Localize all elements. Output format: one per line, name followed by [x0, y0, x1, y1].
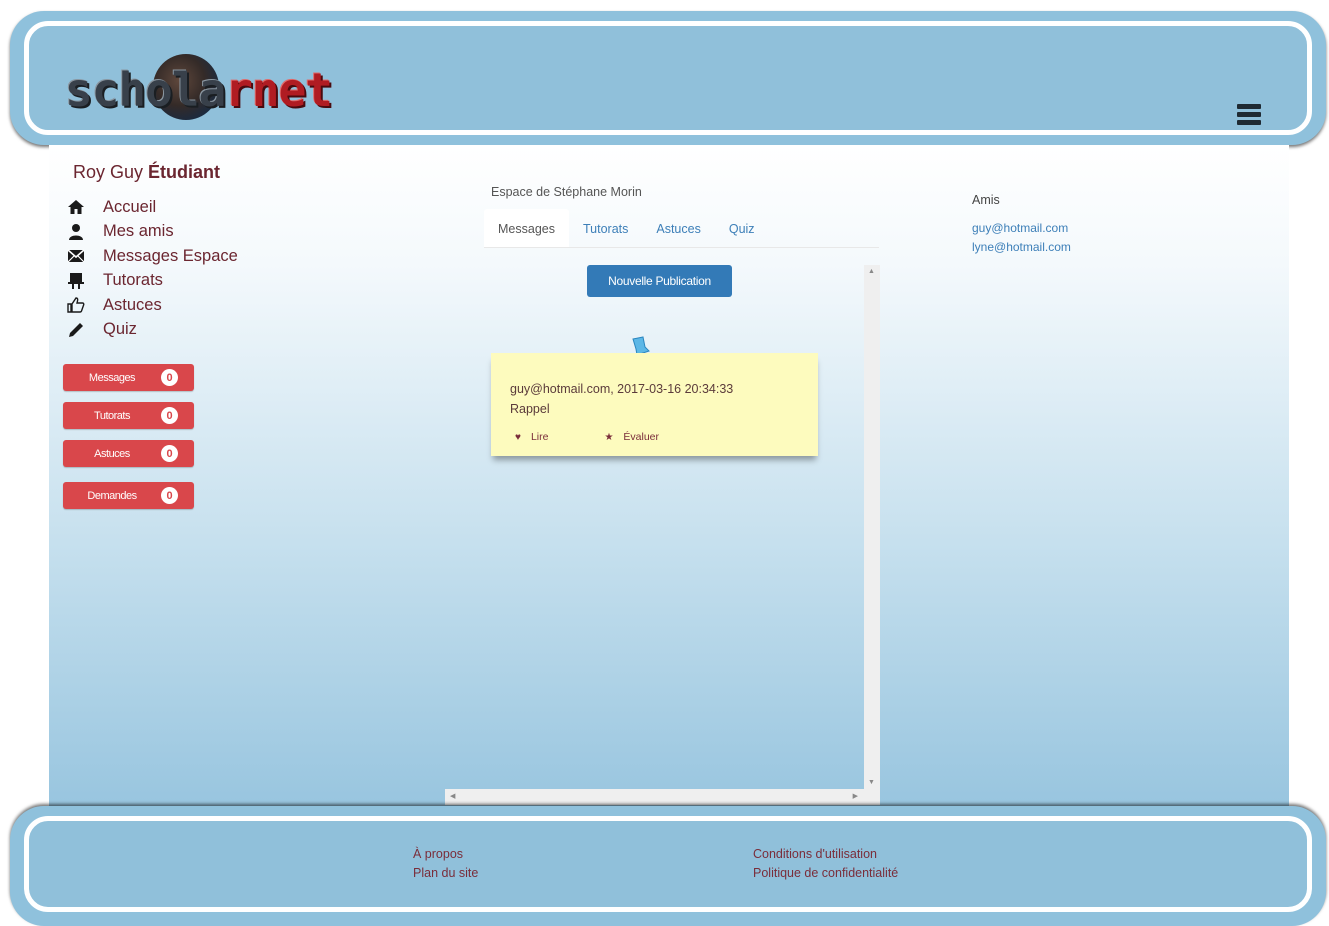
counter-badge: 0 [161, 487, 178, 504]
pencil-icon [65, 321, 87, 339]
privacy-link[interactable]: Politique de confidentialité [753, 866, 898, 880]
messages-counter-button[interactable]: Messages 0 [63, 364, 194, 391]
space-title: Espace de Stéphane Morin [491, 185, 642, 199]
sidebar-item-accueil[interactable]: Accueil [65, 195, 238, 220]
sidebar-item-label: Mes amis [103, 222, 174, 241]
messages-scroll-area[interactable]: ▲ ▼ ◀ ▶ [445, 265, 880, 805]
sidebar-item-astuces[interactable]: Astuces [65, 293, 238, 318]
tab-astuces[interactable]: Astuces [642, 209, 714, 248]
star-icon: ★ [604, 431, 614, 443]
tabs-divider [484, 247, 879, 248]
hamburger-menu-icon[interactable] [1237, 104, 1261, 126]
rate-link[interactable]: ★ Évaluer [604, 431, 659, 443]
terms-link[interactable]: Conditions d'utilisation [753, 847, 877, 861]
counter-badge: 0 [161, 407, 178, 424]
header-panel: scholarnet [24, 21, 1312, 135]
sidebar-item-messages-espace[interactable]: Messages Espace [65, 244, 238, 269]
logo-wordmark: scholarnet [65, 63, 333, 117]
sidebar-item-label: Quiz [103, 320, 137, 339]
sidebar-nav: Accueil Mes amis Messages Espace Tutorat… [65, 195, 238, 342]
new-publication-button[interactable]: Nouvelle Publication [587, 265, 732, 297]
tab-quiz[interactable]: Quiz [715, 209, 769, 248]
heart-icon: ♥ [515, 431, 521, 443]
astuces-counter-button[interactable]: Astuces 0 [63, 440, 194, 467]
home-icon [65, 198, 87, 216]
post-meta: guy@hotmail.com, 2017-03-16 20:34:33 [510, 382, 734, 396]
tab-messages[interactable]: Messages [484, 209, 569, 248]
scroll-right-arrow-icon[interactable]: ▶ [853, 792, 858, 800]
user-name: Roy Guy [73, 162, 144, 182]
counter-label: Astuces [94, 447, 130, 460]
tutorats-counter-button[interactable]: Tutorats 0 [63, 402, 194, 429]
tab-tutorats[interactable]: Tutorats [569, 209, 642, 248]
counter-label: Tutorats [94, 409, 130, 422]
site-footer: À propos Plan du site Conditions d'utili… [10, 806, 1326, 926]
scroll-down-arrow-icon[interactable]: ▼ [868, 779, 875, 786]
demandes-counter-button[interactable]: Demandes 0 [63, 482, 194, 509]
sidebar-item-quiz[interactable]: Quiz [65, 318, 238, 343]
main-content: Roy Guy Étudiant Accueil Mes amis Messag… [49, 145, 1289, 807]
about-link[interactable]: À propos [413, 847, 463, 861]
user-role: Étudiant [148, 162, 221, 182]
scroll-left-arrow-icon[interactable]: ◀ [450, 792, 455, 800]
friend-link[interactable]: lyne@hotmail.com [972, 240, 1071, 254]
sidebar-item-mes-amis[interactable]: Mes amis [65, 220, 238, 245]
site-header: scholarnet [10, 11, 1326, 145]
read-link[interactable]: ♥ Lire [515, 431, 548, 443]
post-text: Rappel [510, 402, 550, 416]
scroll-up-arrow-icon[interactable]: ▲ [868, 268, 875, 275]
friends-title: Amis [972, 193, 1000, 207]
sitemap-link[interactable]: Plan du site [413, 866, 478, 880]
envelope-icon [65, 247, 87, 265]
thumbs-up-icon [65, 296, 87, 314]
sidebar-item-label: Accueil [103, 197, 157, 216]
horizontal-scrollbar[interactable]: ◀ ▶ [445, 789, 880, 805]
user-icon [65, 223, 87, 241]
counter-badge: 0 [161, 445, 178, 462]
counter-badge: 0 [161, 369, 178, 386]
sidebar-item-label: Tutorats [103, 271, 163, 290]
counter-label: Demandes [87, 489, 137, 502]
sticky-note-post: guy@hotmail.com, 2017-03-16 20:34:33 Rap… [491, 353, 818, 456]
space-tabs: Messages Tutorats Astuces Quiz [484, 209, 769, 248]
user-identity: Roy Guy Étudiant [73, 162, 220, 183]
vertical-scrollbar[interactable]: ▲ ▼ [864, 265, 880, 789]
sidebar-item-tutorats[interactable]: Tutorats [65, 269, 238, 294]
footer-panel [24, 816, 1312, 912]
presentation-icon [65, 272, 87, 290]
friend-link[interactable]: guy@hotmail.com [972, 221, 1068, 235]
sidebar-item-label: Messages Espace [103, 246, 238, 265]
sidebar-item-label: Astuces [103, 295, 162, 314]
scholarnet-logo[interactable]: scholarnet [61, 54, 333, 128]
counter-label: Messages [88, 371, 136, 384]
post-actions: ♥ Lire ★ Évaluer [515, 431, 715, 443]
